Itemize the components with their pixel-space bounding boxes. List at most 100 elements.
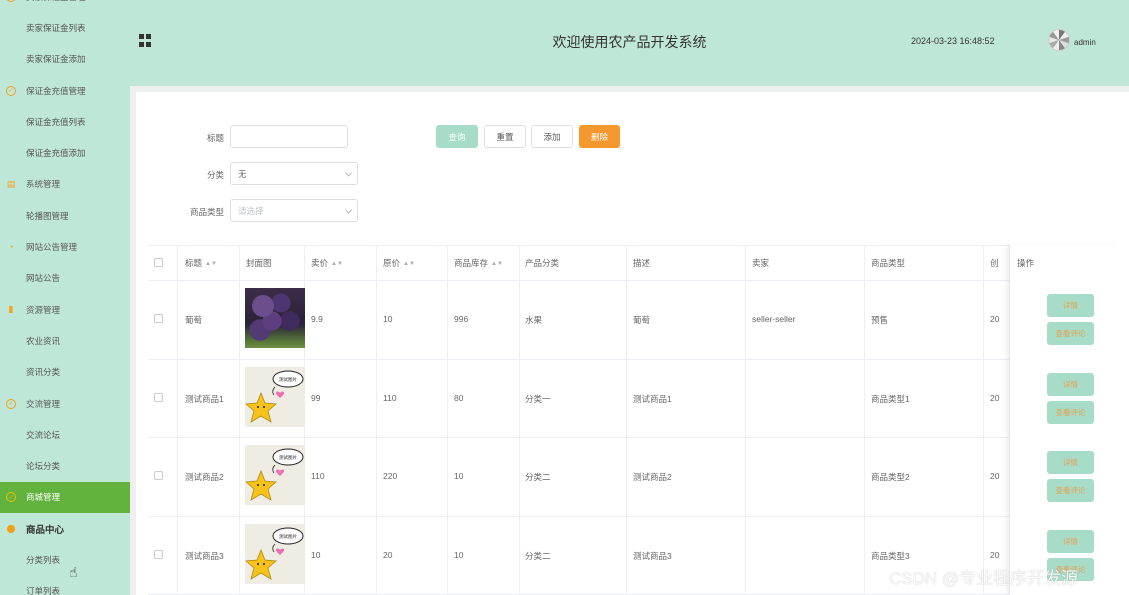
sidebar-item-label: 交流管理 [26,398,61,409]
product-cover-image[interactable]: 测试图片 [245,524,305,584]
view-comments-button[interactable]: 查看评论 [1047,322,1094,345]
query-button[interactable]: 查询 [436,125,478,148]
cell-category: 分类二 [525,551,551,561]
sidebar-item-label: 轮播图管理 [26,210,69,221]
sidebar: ✓ 卖家保证金管理卖家保证金列表卖家保证金添加 ✓ 保证金充值管理保证金充值列表保证金… [0,0,130,595]
column-header-stock[interactable]: 商品库存 ▲▼ [454,257,503,269]
chevron-down-icon [344,205,353,214]
sidebar-item-7[interactable]: 轮播图管理 [0,200,130,231]
cell-product-type: 预售 [871,315,889,325]
sidebar-item-label: 保证金充值列表 [26,116,86,127]
sidebar-item-5[interactable]: 保证金充值添加 [0,137,130,168]
username[interactable]: admin [1074,38,1096,47]
sidebar-item-3[interactable]: ✓ 保证金充值管理 [0,75,130,106]
sidebar-item-10[interactable]: ▮ 资源管理 [0,294,130,325]
title-search-input[interactable] [230,125,348,148]
user-avatar[interactable] [1048,29,1070,51]
detail-button[interactable]: 详情 [1047,530,1094,553]
column-header-price[interactable]: 卖价 ▲▼ [311,257,343,269]
sidebar-item-label: 分类列表 [26,554,61,565]
sidebar-item-18[interactable]: 分类列表 [0,544,130,575]
sidebar-item-16[interactable]: ✓ 商城管理 [0,481,130,514]
table-border [983,245,984,595]
cell-category: 分类二 [525,472,551,482]
sort-icon[interactable]: ▲▼ [491,261,503,267]
sort-icon[interactable]: ▲▼ [331,261,343,267]
detail-button[interactable]: 详情 [1047,373,1094,396]
sort-icon[interactable]: ▲▼ [403,261,415,267]
svg-text:测试图片: 测试图片 [279,533,297,540]
cell-price: 110 [311,471,325,481]
sidebar-item-label: 保证金充值管理 [26,85,86,96]
cell-created: 20 [990,314,1000,324]
column-header-original-price[interactable]: 原价 ▲▼ [383,257,415,269]
row-checkbox[interactable] [154,471,163,480]
cell-stock: 996 [454,314,469,324]
sidebar-item-0[interactable]: ✓ 卖家保证金管理 [0,0,130,12]
table-border [239,245,240,595]
category-label: 分类 [206,170,224,180]
svg-text:测试图片: 测试图片 [279,454,297,461]
add-button[interactable]: 添加 [531,125,573,148]
sidebar-item-1[interactable]: 卖家保证金列表 [0,12,130,43]
sidebar-item-12[interactable]: 资讯分类 [0,357,130,388]
sidebar-item-14[interactable]: 交流论坛 [0,419,130,450]
detail-button[interactable]: 详情 [1047,451,1094,474]
view-comments-button[interactable]: 查看评论 [1047,479,1094,502]
sidebar-item-label: 论坛分类 [26,461,61,472]
bar-chart-icon: ▮ [8,304,14,315]
product-type-select[interactable]: 请选择 [230,199,358,222]
sidebar-item-2[interactable]: 卖家保证金添加 [0,44,130,75]
delete-button[interactable]: 删除 [579,125,620,148]
product-cover-image[interactable] [245,288,305,348]
sidebar-item-13[interactable]: ✓ 交流管理 [0,388,130,419]
table-border [626,245,627,595]
row-checkbox[interactable] [154,393,163,402]
sidebar-item-15[interactable]: 论坛分类 [0,450,130,481]
cell-original-price: 10 [383,314,393,324]
detail-button[interactable]: 详情 [1047,294,1094,317]
cell-price: 99 [311,393,321,403]
product-cover-image[interactable]: 测试图片 [245,445,305,505]
sidebar-item-9[interactable]: 网站公告 [0,263,130,294]
view-comments-button[interactable]: 查看评论 [1047,401,1094,424]
column-header-product-type: 商品类型 [871,258,906,268]
circle-check-icon: ✓ [6,85,16,96]
sidebar-item-label: 网站公告 [26,273,61,284]
reset-button[interactable]: 重置 [484,125,526,148]
sidebar-item-8[interactable]: ◔ 网站公告管理 [0,231,130,262]
document-icon: ▤ [6,178,16,189]
select-all-checkbox[interactable] [154,258,163,267]
cell-description: 葡萄 [633,315,651,325]
sidebar-item-17[interactable]: ⬤ 商品中心 [0,513,130,544]
row-checkbox[interactable] [154,314,163,323]
sort-icon[interactable]: ▲▼ [205,261,217,267]
cell-stock: 80 [454,393,464,403]
cell-created: 20 [990,471,1000,481]
table-border [148,516,1118,517]
row-checkbox[interactable] [154,550,163,559]
column-header-actions: 操作 [1017,258,1035,268]
sidebar-item-label: 卖家保证金管理 [26,0,86,3]
svg-text:测试图片: 测试图片 [279,376,297,383]
column-header-title[interactable]: 标题 ▲▼ [185,257,217,269]
cell-title: 测试商品1 [185,394,224,404]
sidebar-item-19[interactable]: 订单列表 [0,576,130,595]
current-datetime: 2024-03-23 16:48:52 [911,36,995,46]
column-header-cover: 封面图 [246,258,272,268]
title-label: 标题 [206,133,224,143]
sidebar-item-6[interactable]: ▤ 系统管理 [0,169,130,200]
sidebar-item-label: 网站公告管理 [26,242,78,253]
circle-check-icon: ✓ [6,492,16,503]
table-border [745,245,746,595]
cell-original-price: 220 [383,471,398,481]
category-select[interactable]: 无 [230,162,358,185]
sidebar-item-11[interactable]: 农业资讯 [0,325,130,356]
sidebar-menu: ✓ 卖家保证金管理卖家保证金列表卖家保证金添加 ✓ 保证金充值管理保证金充值列表保证金… [0,0,130,595]
sidebar-item-label: 系统管理 [26,179,61,190]
sidebar-item-4[interactable]: 保证金充值列表 [0,106,130,137]
sidebar-item-label: 资源管理 [26,304,61,315]
product-cover-image[interactable]: 测试图片 [245,367,305,427]
column-header-seller: 卖家 [752,258,770,268]
table-border [177,245,178,595]
